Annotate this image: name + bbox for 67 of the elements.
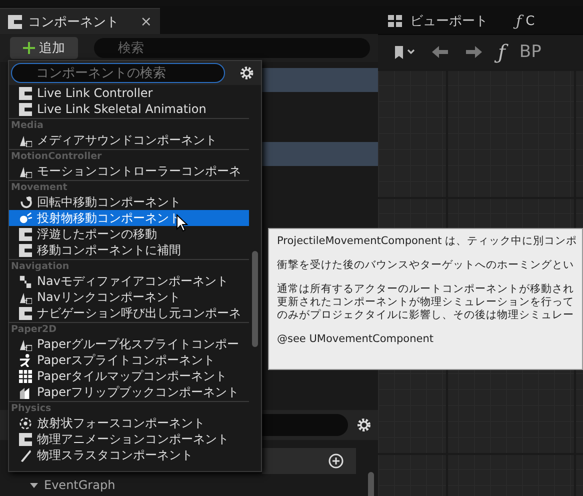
pages-icon: [19, 386, 32, 398]
caret-icon[interactable]: [30, 481, 38, 489]
components-tab[interactable]: コンポーネント ×: [0, 8, 160, 34]
list-item[interactable]: 移動コンポーネントに補間: [9, 242, 249, 258]
list-item[interactable]: Paperスプライトコンポーネント: [9, 352, 249, 368]
bookmark-button[interactable]: [394, 44, 416, 60]
settings-icon[interactable]: [239, 65, 255, 81]
plus-icon: [23, 42, 35, 54]
component-icon: [19, 432, 32, 446]
list-item[interactable]: 回転中移動コンポーネント: [9, 194, 249, 210]
search-field[interactable]: コンポーネントの検索: [11, 63, 226, 83]
category-header: Media: [9, 118, 249, 132]
tooltip-text: @see UMovementComponent: [277, 333, 434, 346]
add-icon[interactable]: [328, 453, 344, 469]
grid-icon: [19, 370, 32, 382]
list-item[interactable]: Navリンクコンポーネント: [9, 289, 249, 305]
component-icon: [19, 228, 32, 240]
tree-item[interactable]: EventGraph: [44, 478, 116, 492]
list-item[interactable]: Paperグループ化スプライトコンポー: [9, 336, 249, 352]
list-item[interactable]: ナビゲーション呼び出し元コンポーネ: [9, 305, 249, 321]
component-icon: [19, 102, 32, 116]
sound-icon: [19, 134, 32, 146]
toolbar-label[interactable]: BP: [519, 42, 542, 62]
category-header: Paper2D: [9, 322, 249, 336]
list-item[interactable]: Live Link Skeletal Animation: [9, 101, 249, 117]
back-arrow-icon[interactable]: [430, 44, 450, 60]
close-button[interactable]: ×: [140, 14, 152, 30]
list-item[interactable]: 物理アニメーションコンポーネント: [9, 431, 249, 447]
add-button[interactable]: 追加: [10, 37, 78, 59]
category-header: MotionController: [9, 149, 249, 163]
projectile-icon: [19, 212, 32, 224]
tab-label: ビューポート: [410, 13, 488, 30]
sound-icon: [19, 164, 32, 178]
tooltip-text: 衝撃を受けた後のバウンスやターゲットへのホーミングとい: [277, 259, 575, 272]
list-item[interactable]: モーションコントローラーコンポーネ: [9, 163, 249, 179]
component-icon: [19, 244, 32, 256]
rotation-icon: [19, 196, 32, 208]
component-icon: [8, 14, 22, 28]
scrollbar[interactable]: [252, 251, 258, 347]
list-item[interactable]: メディアサウンドコンポーネント: [9, 132, 249, 148]
sound-icon: [19, 290, 32, 304]
component-icon: [19, 86, 32, 100]
list-item[interactable]: 放射状フォースコンポーネント: [9, 415, 249, 431]
category-header: Movement: [9, 180, 249, 194]
radial-icon: [19, 416, 32, 430]
category-header: Navigation: [9, 259, 249, 273]
list-item[interactable]: 物理スラスタコンポーネント: [9, 447, 249, 463]
category-header: Physics: [9, 401, 249, 415]
mouse-pointer-icon: [176, 214, 188, 232]
forward-arrow-icon[interactable]: [464, 44, 484, 60]
list-item[interactable]: Live Link Controller: [9, 85, 249, 101]
search-field[interactable]: [262, 414, 348, 436]
settings-icon[interactable]: [356, 417, 372, 433]
sound-icon: [19, 338, 32, 350]
list-item[interactable]: 浮遊したポーンの移動: [9, 226, 249, 242]
tooltip-text: ProjectileMovementComponent は、ティック中に別コンポ: [277, 235, 578, 248]
grid-icon: [388, 15, 402, 27]
list-item[interactable]: Paperフリップブックコンポーネント: [9, 384, 249, 400]
search-field[interactable]: 検索: [94, 38, 370, 58]
list-item[interactable]: Navモディファイアコンポーネント: [9, 273, 249, 289]
editor-tab[interactable]: ビューポート: [388, 8, 488, 34]
tab-title: コンポーネント: [28, 14, 119, 30]
tab-label: C: [526, 14, 535, 28]
list-item[interactable]: Paperタイルマップコンポーネント: [9, 368, 249, 384]
tooltip-text: 通常は所有するアクターのルートコンポーネントが移動され 更新されたコンポーネントが物理シミュレーションを行って のみがプロジェクタイルに影響し、その後は物理シミュレー: [277, 283, 575, 322]
component-icon: [19, 306, 32, 320]
running-figure-icon: [19, 354, 32, 366]
